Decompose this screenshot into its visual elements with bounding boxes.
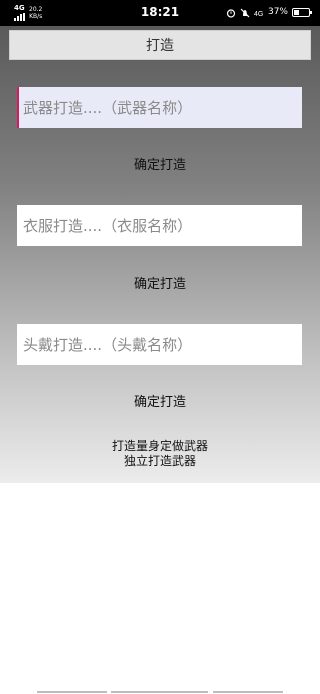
battery-icon <box>292 8 312 17</box>
craft-screen: 打造 确定打造 确定打造 确定打造 打造量身定做武器 独立打造武器 <box>0 26 320 483</box>
nav-bar-segment-left[interactable] <box>37 691 107 693</box>
clothes-confirm-button[interactable]: 确定打造 <box>0 276 320 294</box>
nav-bar-segment-center[interactable] <box>111 691 208 693</box>
nav-bar-segment-right[interactable] <box>213 691 283 693</box>
helmet-confirm-button[interactable]: 确定打造 <box>0 394 320 412</box>
alarm-icon <box>226 8 236 18</box>
weapon-name-input[interactable] <box>17 87 302 128</box>
battery-fill <box>294 10 299 15</box>
svg-text:4G: 4G <box>254 11 263 18</box>
clothes-name-input[interactable] <box>17 205 302 246</box>
craft-header-button[interactable]: 打造 <box>9 30 311 60</box>
do-not-disturb-icon <box>240 8 250 17</box>
helmet-name-input[interactable] <box>17 324 302 365</box>
status-right: 4G 37% <box>226 5 312 20</box>
footer-line-2: 独立打造武器 <box>123 454 196 468</box>
status-bar: 4G 20.2 KB/s 18:21 4G 37% <box>0 0 320 26</box>
4g-icon: 4G <box>254 11 263 18</box>
battery-level: 37% <box>267 7 288 17</box>
weapon-confirm-button[interactable]: 确定打造 <box>0 157 320 175</box>
footer-line-1: 打造量身定做武器 <box>111 439 208 453</box>
